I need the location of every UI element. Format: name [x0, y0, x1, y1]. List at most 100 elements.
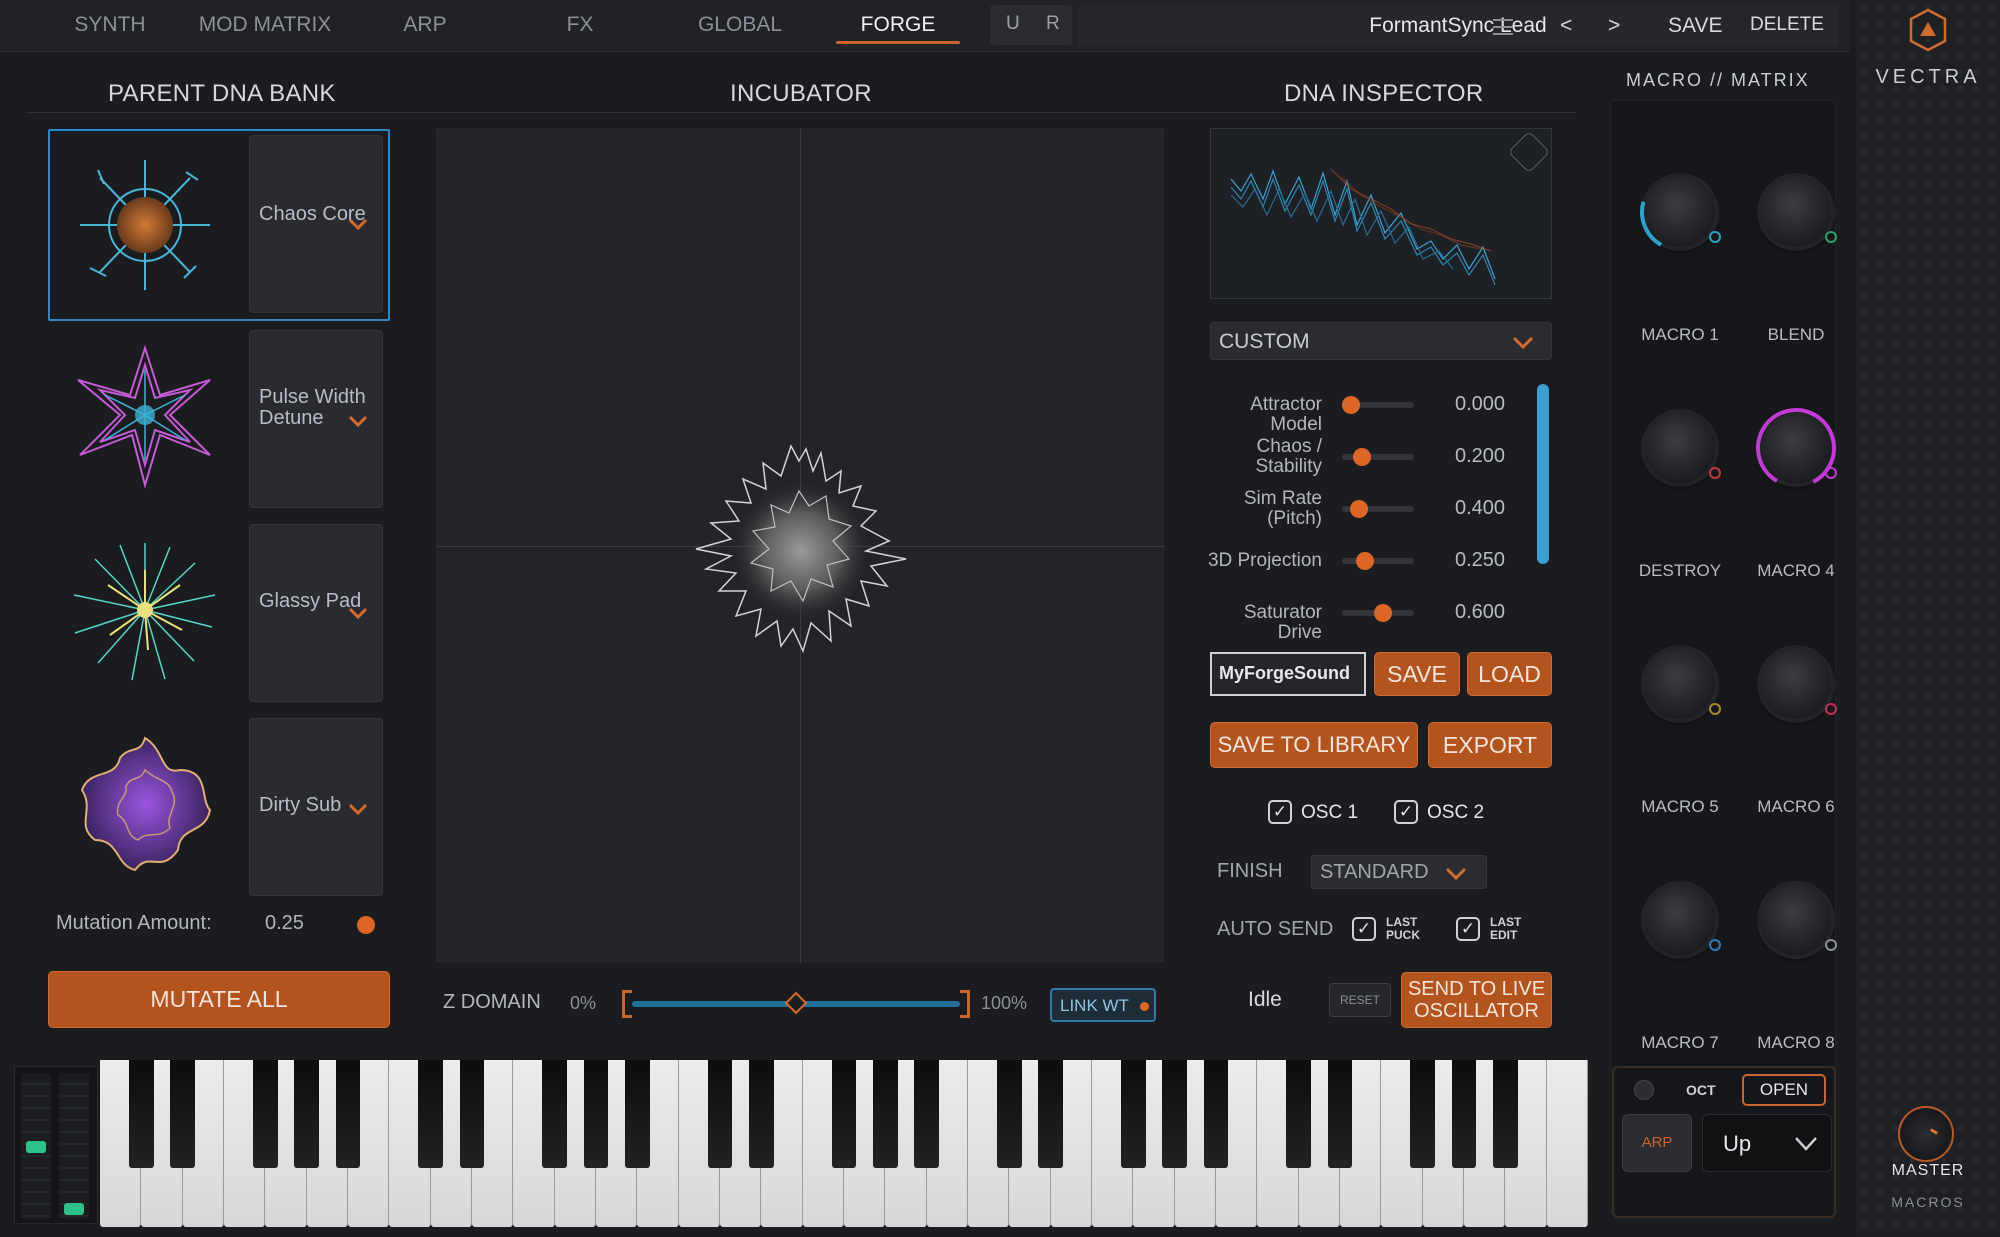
param-track[interactable]	[1342, 448, 1414, 466]
macro-mod-dot[interactable]	[1709, 467, 1721, 479]
finish-select[interactable]: STANDARD	[1311, 855, 1487, 889]
tab-global[interactable]: GLOBAL	[680, 0, 800, 52]
param-thumb[interactable]	[1350, 500, 1369, 518]
black-key[interactable]	[748, 1060, 774, 1168]
black-key[interactable]	[583, 1060, 609, 1168]
macro-knob[interactable]	[1756, 408, 1836, 488]
black-key[interactable]	[1410, 1060, 1436, 1168]
macro-mod-dot[interactable]	[1825, 231, 1837, 243]
dna-visual-chaos-core[interactable]	[60, 150, 230, 300]
macro-knob[interactable]	[1761, 177, 1831, 247]
macro-knob[interactable]	[1761, 649, 1831, 719]
arp-mode-select[interactable]: Up	[1702, 1114, 1832, 1172]
mutation-amount-dot[interactable]	[357, 916, 375, 934]
osc2-checkbox[interactable]: ✓	[1394, 800, 1418, 824]
param-scrollbar[interactable]	[1537, 384, 1549, 564]
macro-knob[interactable]	[1761, 885, 1831, 955]
redo-button[interactable]: R	[1046, 13, 1060, 35]
macro-mod-dot[interactable]	[1709, 231, 1721, 243]
mutate-all-button[interactable]: MUTATE ALL	[48, 971, 390, 1028]
preset-name-input[interactable]: MyForgeSound	[1210, 652, 1366, 696]
macro-knob[interactable]	[1640, 172, 1720, 252]
macro-knob[interactable]	[1645, 885, 1715, 955]
black-key[interactable]	[1327, 1060, 1353, 1168]
black-key[interactable]	[831, 1060, 857, 1168]
pitch-wheel[interactable]	[21, 1073, 51, 1219]
macro-mod-dot[interactable]	[1825, 939, 1837, 951]
dna-visual-pulse-width[interactable]	[60, 340, 230, 490]
delete-preset-button[interactable]: DELETE	[1750, 14, 1824, 36]
mod-wheel[interactable]	[59, 1073, 89, 1219]
export-button[interactable]: EXPORT	[1428, 722, 1552, 768]
param-track[interactable]	[1342, 500, 1414, 518]
param-thumb[interactable]	[1342, 396, 1360, 414]
black-key[interactable]	[1038, 1060, 1064, 1168]
black-key[interactable]	[624, 1060, 650, 1168]
black-key[interactable]	[914, 1060, 940, 1168]
forge-load-button[interactable]: LOAD	[1467, 652, 1552, 696]
dna-slot-dropdown[interactable]: Glassy Pad	[249, 524, 383, 702]
reset-button[interactable]: RESET	[1329, 983, 1391, 1017]
prev-preset-button[interactable]: <	[1560, 14, 1572, 38]
param-track[interactable]	[1342, 396, 1414, 414]
master-knob[interactable]	[1898, 1106, 1954, 1162]
last-puck-checkbox[interactable]: ✓	[1352, 917, 1376, 941]
param-track[interactable]	[1342, 604, 1414, 622]
white-key[interactable]	[1546, 1060, 1588, 1227]
param-track[interactable]	[1342, 552, 1414, 570]
oct-knob[interactable]	[1634, 1080, 1654, 1100]
black-key[interactable]	[128, 1060, 154, 1168]
black-key[interactable]	[872, 1060, 898, 1168]
black-key[interactable]	[1492, 1060, 1518, 1168]
tab-synth[interactable]: SYNTH	[60, 0, 160, 52]
black-key[interactable]	[1120, 1060, 1146, 1168]
tab-mod-matrix[interactable]: MOD MATRIX	[190, 0, 340, 52]
tab-arp[interactable]: ARP	[385, 0, 465, 52]
macro-mod-dot[interactable]	[1825, 467, 1837, 479]
send-to-live-button[interactable]: SEND TO LIVE OSCILLATOR	[1401, 972, 1552, 1028]
black-key[interactable]	[1286, 1060, 1312, 1168]
param-thumb[interactable]	[1355, 552, 1374, 570]
link-wt-button[interactable]: LINK WT	[1050, 988, 1156, 1022]
black-key[interactable]	[1451, 1060, 1477, 1168]
hamburger-icon[interactable]	[1492, 17, 1514, 37]
osc1-checkbox[interactable]: ✓	[1268, 800, 1292, 824]
black-key[interactable]	[294, 1060, 320, 1168]
open-button[interactable]: OPEN	[1742, 1074, 1826, 1106]
black-key[interactable]	[707, 1060, 733, 1168]
dna-slot-dropdown[interactable]: Chaos Core	[249, 135, 383, 313]
tab-forge[interactable]: FORGE	[830, 0, 966, 52]
param-thumb[interactable]	[1374, 604, 1393, 622]
save-preset-button[interactable]: SAVE	[1668, 14, 1722, 38]
macro-mod-dot[interactable]	[1709, 703, 1721, 715]
dna-slot-dropdown[interactable]: Pulse Width Detune	[249, 330, 383, 508]
slider-thumb[interactable]	[784, 991, 808, 1015]
mod-wheel-thumb[interactable]	[64, 1203, 84, 1215]
macro-knob[interactable]	[1645, 413, 1715, 483]
black-key[interactable]	[170, 1060, 196, 1168]
undo-button[interactable]: U	[1006, 13, 1020, 35]
z-domain-slider[interactable]	[622, 990, 970, 1018]
black-key[interactable]	[1162, 1060, 1188, 1168]
param-thumb[interactable]	[1352, 448, 1371, 466]
macro-mod-dot[interactable]	[1825, 703, 1837, 715]
macro-knob[interactable]	[1645, 649, 1715, 719]
save-to-library-button[interactable]: SAVE TO LIBRARY	[1210, 722, 1418, 768]
black-key[interactable]	[996, 1060, 1022, 1168]
black-key[interactable]	[418, 1060, 444, 1168]
next-preset-button[interactable]: >	[1608, 14, 1620, 38]
dna-visual-dirty-sub[interactable]	[60, 730, 230, 880]
black-key[interactable]	[335, 1060, 361, 1168]
dna-slot-dropdown[interactable]: Dirty Sub	[249, 718, 383, 896]
black-key[interactable]	[542, 1060, 568, 1168]
piano-keyboard[interactable]	[100, 1060, 1588, 1227]
incubator-canvas[interactable]	[436, 128, 1165, 963]
macro-mod-dot[interactable]	[1709, 939, 1721, 951]
black-key[interactable]	[252, 1060, 278, 1168]
black-key[interactable]	[1203, 1060, 1229, 1168]
last-edit-checkbox[interactable]: ✓	[1456, 917, 1480, 941]
forge-save-button[interactable]: SAVE	[1374, 652, 1460, 696]
tab-fx[interactable]: FX	[540, 0, 620, 52]
waveform-3d-view[interactable]	[1210, 128, 1552, 299]
arp-toggle-button[interactable]: ARP	[1622, 1114, 1692, 1172]
